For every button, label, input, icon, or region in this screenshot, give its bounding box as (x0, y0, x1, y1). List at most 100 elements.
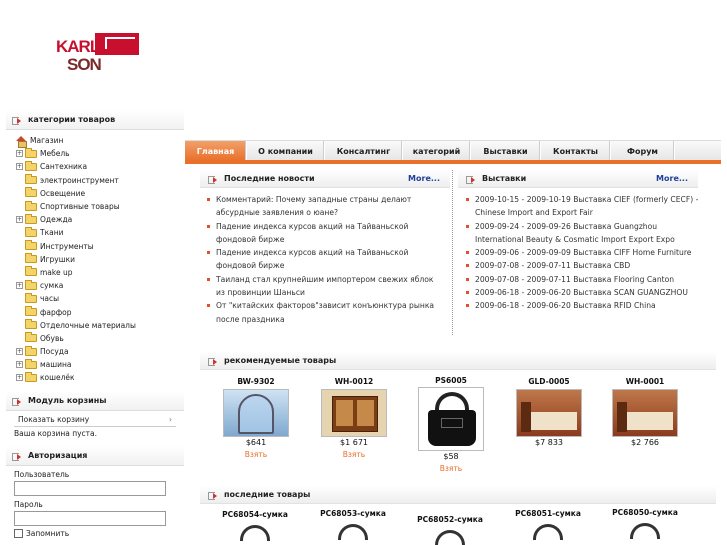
product-card: PC68054-сумка (210, 510, 300, 541)
site-logo[interactable]: KARL SON (55, 33, 141, 79)
exhibition-item[interactable]: 2009-07-08 - 2009-07-11 Выставка CBD (465, 259, 700, 272)
tree-item[interactable]: Игрушки (16, 253, 184, 266)
password-input[interactable] (14, 510, 166, 526)
tree-root-label: Магазин (30, 136, 64, 146)
tree-root[interactable]: Магазин (16, 134, 184, 148)
exhibitions-more-link[interactable]: More... (656, 174, 688, 183)
nav-item[interactable]: категорий (403, 141, 471, 161)
product-price: $1 671 (340, 438, 368, 447)
exhibitions-title: Выставки (482, 174, 527, 183)
product-code[interactable]: BW-9302 (211, 377, 301, 388)
auth-header: Авторизация (6, 445, 184, 466)
bedroom-set-image[interactable] (612, 389, 678, 437)
nav-item[interactable]: Главная (185, 141, 247, 161)
product-code[interactable]: PS6005 (406, 376, 496, 387)
tree-item[interactable]: + Мебель (16, 147, 184, 160)
tree-item[interactable]: фарфор (16, 305, 184, 318)
shower-cabin-image[interactable] (223, 389, 289, 437)
recommended-title: рекомендуемые товары (224, 356, 337, 365)
product-code[interactable]: WH-0012 (309, 377, 399, 388)
tree-item[interactable]: Освещение (16, 187, 184, 200)
arrow-icon (208, 357, 220, 366)
remember-checkbox[interactable] (14, 528, 23, 538)
news-item[interactable]: Падение индекса курсов акций на Тайваньс… (206, 246, 441, 273)
handbag-image[interactable] (630, 523, 660, 539)
tree-item[interactable]: + Посуда (16, 345, 184, 358)
expand-icon[interactable]: + (16, 374, 23, 382)
news-item[interactable]: От "китайских факторов"зависит конъюнкту… (206, 299, 441, 326)
bedroom-set-image[interactable] (516, 389, 582, 437)
news-more-link[interactable]: More... (408, 174, 440, 183)
tree-item[interactable]: + кошелёк (16, 371, 184, 384)
exhibition-item[interactable]: 2009-09-24 - 2009-09-26 Выставка Guangzh… (465, 220, 700, 247)
nav-item[interactable]: Выставки (471, 141, 541, 161)
home-icon (16, 135, 27, 148)
take-link[interactable]: Взять (211, 450, 301, 459)
handbag-image[interactable] (338, 524, 368, 540)
tree-item[interactable]: Обувь (16, 332, 184, 345)
exhibition-item[interactable]: 2009-06-18 - 2009-06-20 Выставка SCAN GU… (465, 286, 700, 299)
tree-item-label: Одежда (40, 215, 73, 225)
product-code[interactable]: PC68050-сумка (600, 508, 690, 519)
logo-text-line1: KARL (56, 37, 100, 56)
handbag-image[interactable] (240, 525, 270, 541)
take-link[interactable]: Взять (406, 464, 496, 473)
expand-icon[interactable]: + (16, 282, 23, 290)
arrow-icon (12, 397, 24, 406)
folder-icon (25, 332, 37, 343)
auth-title: Авторизация (28, 450, 88, 460)
expand-icon[interactable]: + (16, 348, 23, 356)
tree-item[interactable]: Инструменты (16, 240, 184, 253)
tree-item[interactable]: Отделочные материалы (16, 319, 184, 332)
product-code[interactable]: WH-0001 (600, 377, 690, 388)
product-code[interactable]: GLD-0005 (504, 377, 594, 388)
username-label: Пользователь (14, 469, 70, 479)
tree-item[interactable]: Спортивные товары (16, 200, 184, 213)
expand-icon[interactable]: + (16, 216, 23, 224)
show-cart-link[interactable]: Показать корзину › (14, 414, 176, 427)
product-code[interactable]: PC68054-сумка (210, 510, 300, 521)
tree-item-label: Мебель (40, 149, 70, 159)
nav-item[interactable]: Консалтинг (325, 141, 403, 161)
tree-item[interactable]: + Сантехника (16, 160, 184, 173)
product-code[interactable]: PC68052-сумка (405, 515, 495, 526)
nav-item[interactable]: Контакты (541, 141, 611, 161)
news-item[interactable]: Таиланд стал крупнейшим импортером свежи… (206, 273, 441, 300)
handbag-image[interactable] (418, 387, 484, 451)
tree-item[interactable]: make up (16, 266, 184, 279)
news-item[interactable]: Комментарий: Почему западные страны дела… (206, 193, 441, 220)
handbag-image[interactable] (533, 524, 563, 540)
product-code[interactable]: PC68053-сумка (308, 509, 398, 520)
chevron-right-icon: › (169, 414, 172, 424)
nav-item[interactable]: О компании (247, 141, 325, 161)
handbag-image[interactable] (435, 530, 465, 545)
expand-icon[interactable]: + (16, 150, 23, 158)
product-card: PC68053-сумка (308, 509, 398, 540)
take-link[interactable]: Взять (309, 450, 399, 459)
product-code[interactable]: PC68051-сумка (503, 509, 593, 520)
tree-item[interactable]: + сумка (16, 279, 184, 292)
username-input[interactable] (14, 480, 166, 496)
exhibition-item[interactable]: 2009-09-06 - 2009-09-09 Выставка CIFF Ho… (465, 246, 700, 259)
arrow-icon (208, 175, 220, 184)
folder-icon (25, 253, 37, 264)
news-item[interactable]: Падение индекса курсов акций на Тайваньс… (206, 220, 441, 247)
nav-item[interactable]: Форум (611, 141, 675, 161)
exhibition-item[interactable]: 2009-10-15 - 2009-10-19 Выставка CIEF (f… (465, 193, 700, 220)
expand-icon[interactable]: + (16, 163, 23, 171)
exhibition-item[interactable]: 2009-06-18 - 2009-06-20 Выставка RFID Ch… (465, 299, 700, 312)
product-card: BW-9302 $641 Взять (211, 377, 301, 459)
sidebar: категории товаров Магазин + Мебель + Сантех… (6, 110, 184, 545)
main-nav: Главная О компании Консалтинг категорий Выст… (185, 140, 721, 161)
product-card: GLD-0005 $7 833 (504, 377, 594, 447)
tree-item[interactable]: + машина (16, 358, 184, 371)
folder-icon (25, 319, 37, 330)
expand-icon[interactable]: + (16, 361, 23, 369)
tree-item[interactable]: электроинструмент (16, 174, 184, 187)
cabinet-image[interactable] (321, 389, 387, 437)
tree-item[interactable]: Ткани (16, 226, 184, 239)
tree-item[interactable]: часы (16, 292, 184, 305)
category-tree: Магазин + Мебель + Сантехника электроинструм… (6, 130, 184, 385)
tree-item[interactable]: + Одежда (16, 213, 184, 226)
exhibition-item[interactable]: 2009-07-08 - 2009-07-11 Выставка Floorin… (465, 273, 700, 286)
